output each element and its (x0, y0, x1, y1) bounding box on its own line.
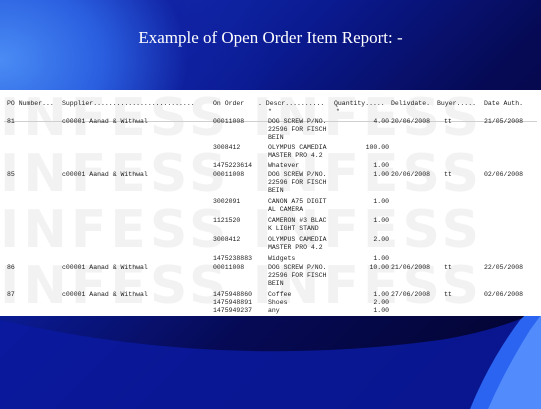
supplier: c00001 Aanad & Withwal (62, 171, 148, 178)
po-number: 85 (7, 171, 15, 178)
description: Whatever (268, 162, 300, 169)
header-on-order: On Order (213, 100, 245, 107)
delivdate: 20/06/2008 (391, 171, 431, 178)
on-order: 1475949237 (213, 307, 253, 314)
on-order: 1475223614 (213, 162, 253, 169)
quantity: 1.00 (373, 162, 389, 169)
header-date-auth: Date Auth. (484, 100, 524, 107)
quantity: 1.00 (373, 171, 389, 178)
delivdate: 21/06/2008 (391, 264, 431, 271)
on-order: 1475238883 (213, 255, 253, 262)
po-number: 87 (7, 291, 15, 298)
quantity: 1.00 (373, 291, 389, 298)
po-number: 81 (7, 118, 15, 125)
quantity: 4.00 (373, 118, 389, 125)
quantity: 1.00 (373, 255, 389, 262)
header-quantity: Quantity..... (334, 100, 385, 107)
description: CANON A75 DIGIT AL CAMERA (268, 198, 327, 214)
on-order: 3002091 (213, 198, 241, 205)
description: Widgets (268, 255, 296, 262)
po-number: 86 (7, 264, 15, 271)
on-order: 1475948891 (213, 299, 253, 306)
description: DOG SCREW P/NO. 22596 FOR FISCH BEIN (268, 118, 327, 142)
header-descr: . Descr.......... (258, 100, 325, 107)
header-delivdate: Delivdate. (391, 100, 431, 107)
description: DOG SCREW P/NO. 22596 FOR FISCH BEIN (268, 171, 327, 195)
quantity: 2.00 (373, 236, 389, 243)
date-auth: 02/06/2008 (484, 171, 524, 178)
quantity: 2.00 (373, 299, 389, 306)
description: Coffee (268, 291, 292, 298)
on-order: 00011008 (213, 171, 245, 178)
header-quantity-marker: * (336, 108, 340, 115)
slide-title: Example of Open Order Item Report: - (138, 28, 403, 47)
quantity: 100.00 (365, 144, 389, 151)
buyer: tt (444, 264, 452, 271)
buyer: tt (444, 171, 452, 178)
date-auth: 21/05/2008 (484, 118, 524, 125)
quantity: 1.00 (373, 307, 389, 314)
decorative-swoosh (0, 300, 541, 409)
header-buyer: Buyer..... (437, 100, 477, 107)
supplier: c00001 Aanad & Withwal (62, 118, 148, 125)
header-po-number: PO Number... (7, 100, 54, 107)
on-order: 1121520 (213, 217, 241, 224)
on-order: 3008412 (213, 236, 241, 243)
description: any (268, 307, 280, 314)
description: Shoes (268, 299, 288, 306)
description: OLYMPUS CAMEDIA MASTER PRO 4.2 (268, 236, 327, 252)
header-supplier: Supplier.......................... (62, 100, 195, 107)
on-order: 00011008 (213, 118, 245, 125)
open-order-item-report: INFESS INFESS INFESS INFESS INFESS INFES… (0, 90, 541, 316)
delivdate: 20/06/2008 (391, 118, 431, 125)
on-order: 00011008 (213, 264, 245, 271)
delivdate: 27/06/2008 (391, 291, 431, 298)
description: CAMERON #3 BLAC K LIGHT STAND (268, 217, 327, 233)
buyer: tt (444, 118, 452, 125)
report-header: PO Number... Supplier...................… (0, 100, 541, 122)
on-order: 3008412 (213, 144, 241, 151)
buyer: tt (444, 291, 452, 298)
date-auth: 02/06/2008 (484, 291, 524, 298)
description: DOG SCREW P/NO. 22596 FOR FISCH BEIN (268, 264, 327, 288)
quantity: 1.00 (373, 198, 389, 205)
header-descr-marker: * (268, 108, 272, 115)
supplier: c00001 Aanad & Withwal (62, 264, 148, 271)
date-auth: 22/05/2008 (484, 264, 524, 271)
quantity: 1.00 (373, 217, 389, 224)
supplier: c00001 Aanad & Withwal (62, 291, 148, 298)
on-order: 1475948860 (213, 291, 253, 298)
quantity: 10.00 (369, 264, 389, 271)
description: OLYMPUS CAMEDIA MASTER PRO 4.2 (268, 144, 327, 160)
